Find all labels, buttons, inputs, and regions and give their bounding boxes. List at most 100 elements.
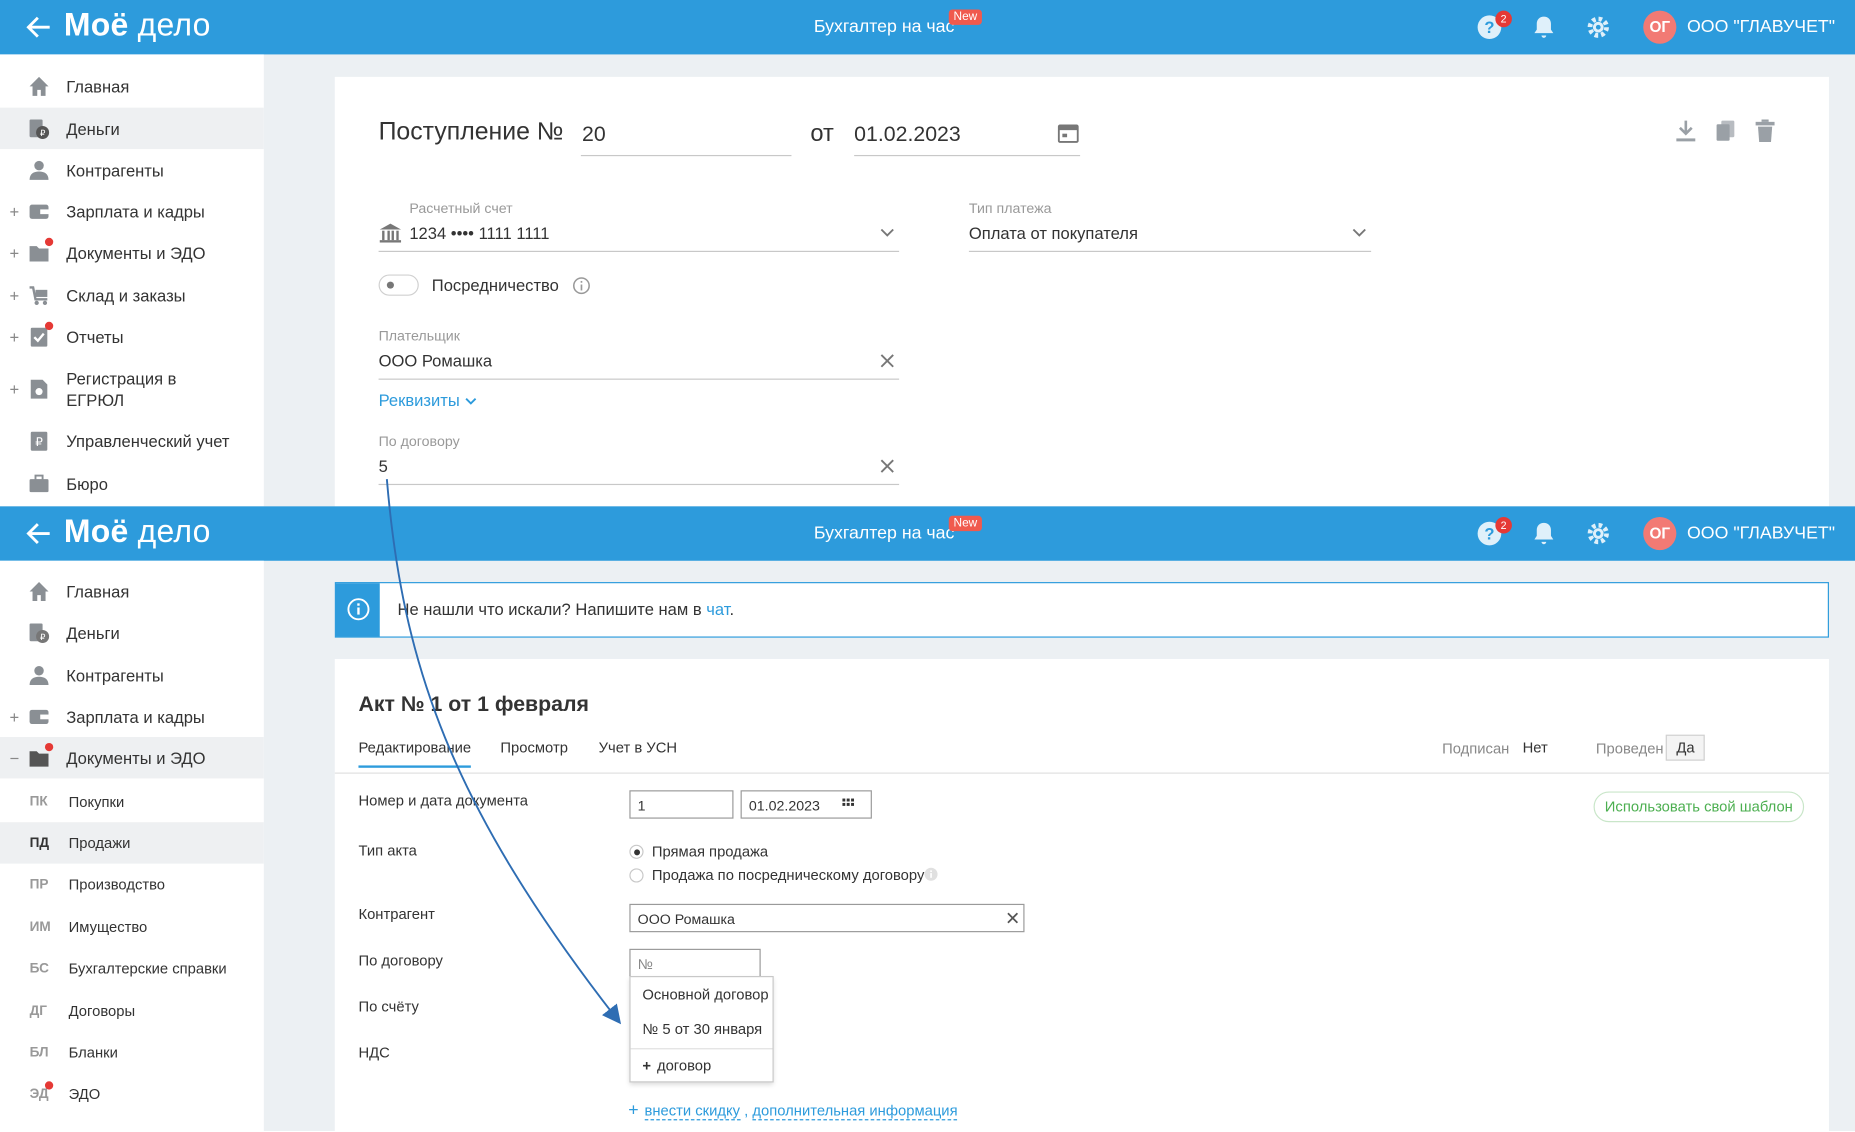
additional-info-link[interactable]: дополнительная информация [752,1102,958,1121]
expand-icon[interactable]: + [9,286,19,305]
logo[interactable]: Моё дело [64,7,211,44]
dropdown-item-contract-5[interactable]: № 5 от 30 января [642,1021,762,1038]
clear-icon[interactable] [1007,912,1019,924]
download-icon[interactable] [1675,119,1696,143]
tab-usn[interactable]: Учет в УСН [599,739,677,756]
accountant-hour-link[interactable]: Бухгалтер на час [814,523,955,543]
sidebar-subitem-sales[interactable]: ПД Продажи [0,822,264,864]
subitem-abbr: ПР [29,877,49,892]
tab-editing[interactable]: Редактирование [358,739,472,768]
sidebar-subitem-purchases[interactable]: ПК Покупки [0,781,264,822]
company-name[interactable]: ООО "ГЛАВУЧЕТ" [1687,523,1835,543]
sidebar-item-documents[interactable]: + Документы и ЭДО [0,232,264,273]
sidebar-item-registration[interactable]: + Регистрация в ЕГРЮЛ [0,368,264,411]
tab-view[interactable]: Просмотр [500,739,568,756]
sidebar-item-label: Бюро [66,473,108,493]
sidebar-item-salary[interactable]: + Зарплата и кадры [0,190,264,231]
use-template-button[interactable]: Использовать свой шаблон [1593,791,1805,823]
calendar-icon[interactable] [842,798,855,811]
bank-icon [379,223,402,243]
details-link[interactable]: Реквизиты [379,390,477,409]
dropdown-add-contract[interactable]: + договор [642,1058,711,1075]
avatar[interactable]: ОГ [1643,516,1677,551]
back-arrow-icon[interactable] [24,12,55,43]
contract-input[interactable]: 5 [379,457,388,476]
chevron-down-icon [464,397,476,405]
doc-number-input[interactable]: 1 [629,790,734,819]
logo[interactable]: Моё дело [64,513,211,550]
clear-icon[interactable] [880,459,894,473]
plus-icon: + [642,1057,652,1075]
posted-value[interactable]: Да [1665,734,1706,761]
subitem-label: ЭДО [68,1085,101,1102]
sidebar-subitem-forms[interactable]: БЛ Бланки [0,1032,264,1073]
accountant-hour-link[interactable]: Бухгалтер на час [814,17,955,37]
chevron-down-icon[interactable] [1352,228,1366,237]
sidebar-item-warehouse[interactable]: + Склад и заказы [0,274,264,315]
back-arrow-icon[interactable] [24,518,55,549]
doc-date-input[interactable]: 01.02.2023 [740,790,872,819]
sidebar-item-money[interactable]: ₽ Деньги [0,107,264,150]
agency-sale-label[interactable]: Продажа по посредническому договору [652,867,925,884]
sidebar-item-label: Деньги [66,622,120,642]
counterparty-input[interactable]: ООО Ромашка [629,903,1025,933]
sidebar-item-home[interactable]: Главная [0,570,264,611]
sidebar-item-bureau[interactable]: Бюро [0,463,264,504]
sidebar-item-label: Контрагенты [66,665,164,685]
sidebar-item-management[interactable]: ₽ Управленческий учет [0,420,264,461]
collapse-icon[interactable]: − [9,748,19,767]
info-icon[interactable] [573,277,591,295]
trash-icon[interactable] [1754,119,1775,143]
sidebar-item-contractors[interactable]: Контрагенты [0,149,264,190]
sidebar-subitem-edo[interactable]: ЭД ЭДО [0,1073,264,1114]
signed-value[interactable]: Нет [1523,739,1548,756]
sidebar-item-label: Склад и заказы [66,285,186,305]
expand-icon[interactable]: + [9,202,19,221]
company-name[interactable]: ООО "ГЛАВУЧЕТ" [1687,17,1835,37]
mediation-label: Посредничество [431,275,559,295]
payer-input[interactable]: ООО Ромашка [379,351,492,370]
bell-icon[interactable] [1531,521,1557,547]
sidebar-item-salary[interactable]: + Зарплата и кадры [0,696,264,737]
act-title: Акт № 1 от 1 февраля [358,692,589,716]
sidebar-subitem-property[interactable]: ИМ Имущество [0,906,264,947]
sidebar-item-home[interactable]: Главная [0,65,264,106]
expand-icon[interactable]: + [9,327,19,346]
gear-icon[interactable] [1585,521,1611,547]
payment-number-input[interactable]: 20 [582,122,606,147]
dropdown-item-main-contract[interactable]: Основной договор [642,987,768,1004]
plus-icon: + [628,1100,639,1121]
clear-icon[interactable] [880,354,894,368]
copy-icon[interactable] [1715,119,1736,143]
direct-sale-label[interactable]: Прямая продажа [652,844,768,861]
chevron-down-icon[interactable] [880,228,894,237]
direct-sale-radio[interactable] [629,844,644,859]
gear-icon[interactable] [1585,14,1611,40]
payment-type-select[interactable]: Оплата от покупателя [969,224,1138,243]
sidebar-item-documents[interactable]: − Документы и ЭДО [0,737,264,779]
contract-input[interactable]: № [629,948,761,978]
info-icon [347,598,370,621]
folder-icon [28,742,54,768]
sidebar-subitem-accounting-notes[interactable]: БС Бухгалтерские справки [0,948,264,989]
calendar-icon[interactable] [1057,122,1079,143]
invoice-label: По счёту [358,998,419,1016]
mediation-toggle[interactable] [378,274,419,296]
expand-icon[interactable]: + [9,243,19,262]
expand-icon[interactable]: + [9,707,19,726]
sidebar-item-contractors[interactable]: Контрагенты [0,654,264,695]
expand-icon[interactable]: + [9,380,19,399]
sidebar-item-money[interactable]: ₽ Деньги [0,612,264,653]
add-discount-link[interactable]: внести скидку [644,1102,741,1121]
sidebar-item-label: Документы и ЭДО [66,243,206,263]
chat-link[interactable]: чат [706,600,729,619]
payment-date-input[interactable]: 01.02.2023 [854,122,961,147]
info-icon[interactable] [924,867,938,881]
sidebar-item-reports[interactable]: + Отчеты [0,316,264,357]
sidebar-subitem-production[interactable]: ПР Производство [0,864,264,905]
sidebar-subitem-contracts[interactable]: ДГ Договоры [0,990,264,1031]
avatar[interactable]: ОГ [1643,10,1677,44]
agency-sale-radio[interactable] [629,868,644,883]
account-select[interactable]: 1234 •••• 1111 1111 [409,224,549,243]
bell-icon[interactable] [1531,14,1557,40]
